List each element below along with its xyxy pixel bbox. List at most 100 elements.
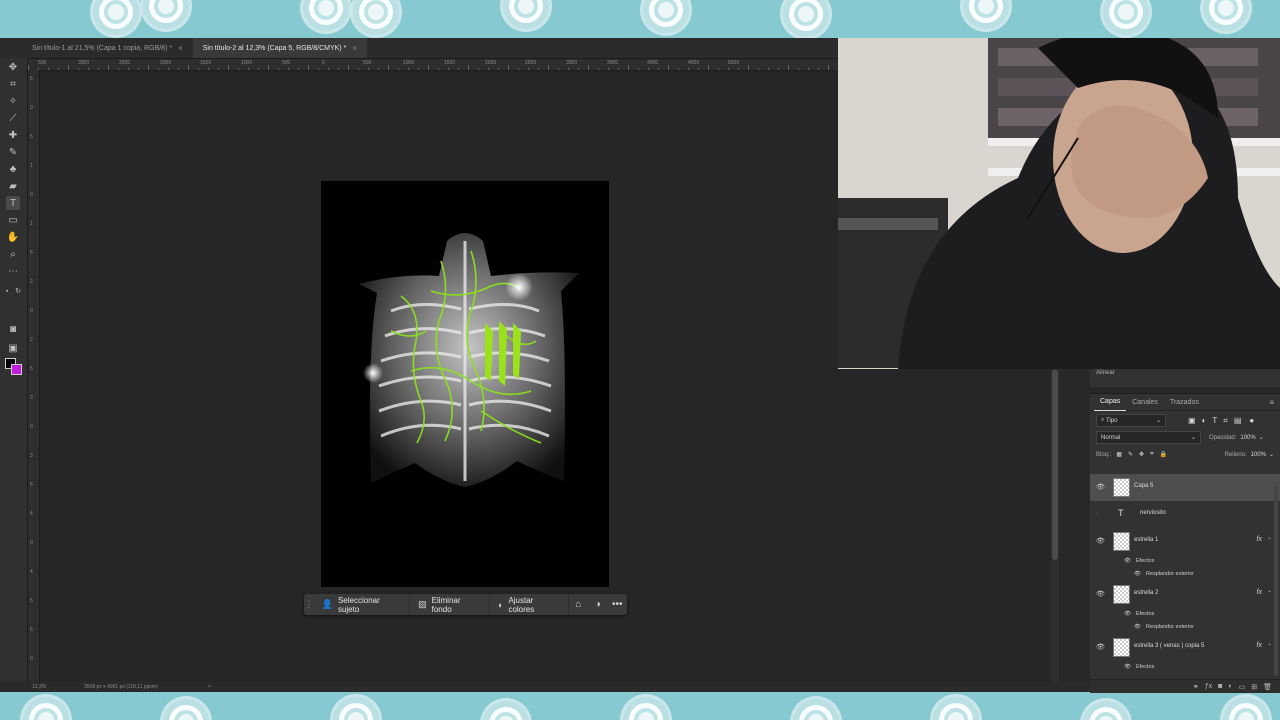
chevron-up-icon[interactable]: ⌃ (1267, 643, 1272, 650)
lock-image-icon[interactable]: ✎ (1128, 451, 1133, 458)
ruler-label: 0 (322, 60, 325, 66)
new-group-icon[interactable]: ▭ (1239, 683, 1246, 691)
close-icon[interactable]: × (352, 44, 357, 53)
visibility-off-icon[interactable]: ▫ (1096, 510, 1098, 517)
effect-row[interactable]: 👁 Resplandor exterior (1090, 568, 1280, 581)
visibility-eye-icon[interactable]: 👁 (1096, 590, 1105, 598)
screen-mode-icon[interactable]: ▣ (6, 341, 20, 355)
visibility-eye-icon[interactable]: 👁 (1096, 643, 1105, 651)
remove-background-button[interactable]: ▨ Eliminar fondo (410, 594, 490, 615)
chevron-up-icon[interactable]: ⌃ (1267, 590, 1272, 597)
layer-name: nerviosito (1140, 510, 1166, 516)
brush-tool-icon[interactable]: ✎ (6, 145, 20, 159)
lock-artboard-icon[interactable]: ⌗ (1150, 451, 1153, 458)
filter-shape-icon[interactable]: ⌗ (1223, 416, 1228, 426)
new-adjustment-icon[interactable]: ◐ (1228, 683, 1232, 690)
effects-row[interactable]: 👁 Efectos (1090, 555, 1280, 568)
eraser-tool-icon[interactable]: ▰ (6, 179, 20, 193)
zoom-tool-icon[interactable]: ⌕ (6, 247, 20, 261)
chevron-down-icon[interactable]: ⌄ (1269, 451, 1274, 458)
clone-stamp-tool-icon[interactable]: ♣ (6, 162, 20, 176)
more-tools-icon[interactable]: ⋯ (6, 264, 20, 278)
quick-mask-icon[interactable]: ◙ (6, 322, 20, 336)
default-colors-icon[interactable]: ▪ (3, 284, 11, 298)
effect-eye-icon[interactable]: 👁 (1134, 624, 1141, 630)
more-options-button[interactable]: ••• (608, 599, 627, 610)
background-color-swatch[interactable] (11, 364, 22, 375)
ruler-label: 3 (30, 453, 33, 459)
hand-tool-icon[interactable]: ✋ (6, 230, 20, 244)
filter-toggle-icon[interactable]: ● (1249, 416, 1254, 425)
effects-eye-icon[interactable]: 👁 (1124, 664, 1131, 670)
visibility-eye-icon[interactable]: 👁 (1096, 537, 1105, 545)
effects-row[interactable]: 👁 Efectos (1090, 608, 1280, 621)
drag-handle-icon[interactable]: ⋮ (304, 599, 314, 610)
chevron-up-icon[interactable]: ⌃ (1267, 537, 1272, 544)
layer-row[interactable]: 👁 estrella 2 fx ⌃ (1090, 581, 1280, 608)
effect-row[interactable]: 👁 Resplandor exterior (1090, 621, 1280, 634)
filter-adjustment-icon[interactable]: ◐ (1202, 416, 1207, 425)
delete-layer-icon[interactable]: 🗑 (1263, 683, 1272, 691)
swap-colors-icon[interactable]: ↻ (14, 284, 22, 298)
lock-all-icon[interactable]: 🔒 (1159, 451, 1166, 458)
status-menu-arrow[interactable]: > (208, 684, 211, 690)
layer-row[interactable]: ▫ T nerviosito (1090, 501, 1280, 528)
filter-smart-object-icon[interactable]: ▤ (1234, 416, 1242, 425)
effects-eye-icon[interactable]: 👁 (1124, 558, 1131, 564)
effects-eye-icon[interactable]: 👁 (1124, 611, 1131, 617)
tab-document-1[interactable]: Sin título-1 al 21,5% (Capa 1 copia, RGB… (0, 38, 193, 58)
select-subject-button[interactable]: 👤 Seleccionar sujeto (314, 594, 411, 615)
add-style-icon[interactable]: ƒx (1205, 683, 1212, 690)
document-canvas[interactable] (321, 181, 609, 587)
crop-tool-icon[interactable]: ⌗ (6, 77, 20, 91)
blend-mode-select[interactable]: Normal ⌄ (1096, 431, 1201, 444)
scrollbar-thumb[interactable] (1052, 370, 1058, 560)
type-tool-icon[interactable]: T (6, 196, 20, 210)
ruler-tick (358, 68, 359, 70)
filter-type-icon[interactable]: T (1212, 416, 1217, 425)
fx-icon[interactable]: fx (1257, 589, 1262, 596)
layer-kind-filter[interactable]: ⌕ Tipo ⌄ (1096, 414, 1166, 427)
chevron-down-icon[interactable]: ⌄ (1259, 434, 1264, 441)
tab-channels[interactable]: Canales (1126, 394, 1164, 410)
eyedropper-tool-icon[interactable]: ⟋ (6, 111, 20, 125)
rectangle-tool-icon[interactable]: ▭ (6, 213, 20, 227)
ruler-tick (718, 68, 719, 70)
ruler-tick (228, 65, 229, 70)
fx-icon[interactable]: fx (1257, 536, 1262, 543)
layer-row[interactable]: 👁 estrella 1 fx ⌃ (1090, 528, 1280, 555)
effect-eye-icon[interactable]: 👁 (1134, 571, 1141, 577)
ruler-label: 0 (30, 308, 33, 314)
visibility-eye-icon[interactable]: 👁 (1096, 483, 1105, 491)
webcam-overlay (838, 38, 1280, 369)
adjustment-icon[interactable]: ◑ (588, 599, 607, 610)
close-icon[interactable]: × (178, 44, 183, 53)
ruler-label: 3000 (78, 60, 90, 66)
layer-filter-row: ⌕ Tipo ⌄ ▣ ◐ T ⌗ ▤ ● (1090, 412, 1280, 429)
move-tool-icon[interactable]: ✥ (6, 60, 20, 74)
fill-value[interactable]: 100% (1251, 452, 1266, 458)
add-mask-icon[interactable]: ◙ (1218, 683, 1222, 690)
fx-icon[interactable]: fx (1257, 642, 1262, 649)
panel-menu-icon[interactable]: ≡ (1269, 398, 1274, 407)
layer-name: estrella 3 ( venas ) copia 5 (1134, 643, 1205, 649)
layer-row[interactable]: 👁 Capa 5 (1090, 474, 1280, 501)
effects-row[interactable]: 👁 Efectos (1090, 661, 1280, 674)
horizontal-ruler: 500 3000 2500 2000 1500 1000 500 0 500 1… (28, 59, 838, 71)
new-layer-icon[interactable]: ⊞ (1251, 683, 1257, 691)
layers-scrollbar[interactable] (1274, 486, 1278, 676)
tab-layers[interactable]: Capas (1094, 394, 1127, 411)
tab-document-2[interactable]: Sin título-2 al 12,3% (Capa 5, RGB/8/CMY… (192, 38, 367, 58)
filter-pixel-icon[interactable]: ▣ (1188, 416, 1196, 425)
link-layers-icon[interactable]: ⚭ (1193, 683, 1199, 691)
transform-icon[interactable]: ⌂ (569, 599, 588, 610)
adjust-colors-button[interactable]: ◐ Ajustar colores (490, 594, 569, 615)
lock-transparent-icon[interactable]: ▦ (1116, 451, 1122, 458)
magic-wand-tool-icon[interactable]: ✧ (6, 94, 20, 108)
lock-position-icon[interactable]: ✥ (1139, 451, 1144, 458)
opacity-value[interactable]: 100% (1240, 435, 1255, 441)
layer-row[interactable]: 👁 estrella 3 ( venas ) copia 5 fx ⌃ (1090, 634, 1280, 661)
tab-paths[interactable]: Trazados (1164, 394, 1205, 410)
zoom-level[interactable]: 12,3% (32, 684, 46, 690)
healing-brush-tool-icon[interactable]: ✚ (6, 128, 20, 142)
